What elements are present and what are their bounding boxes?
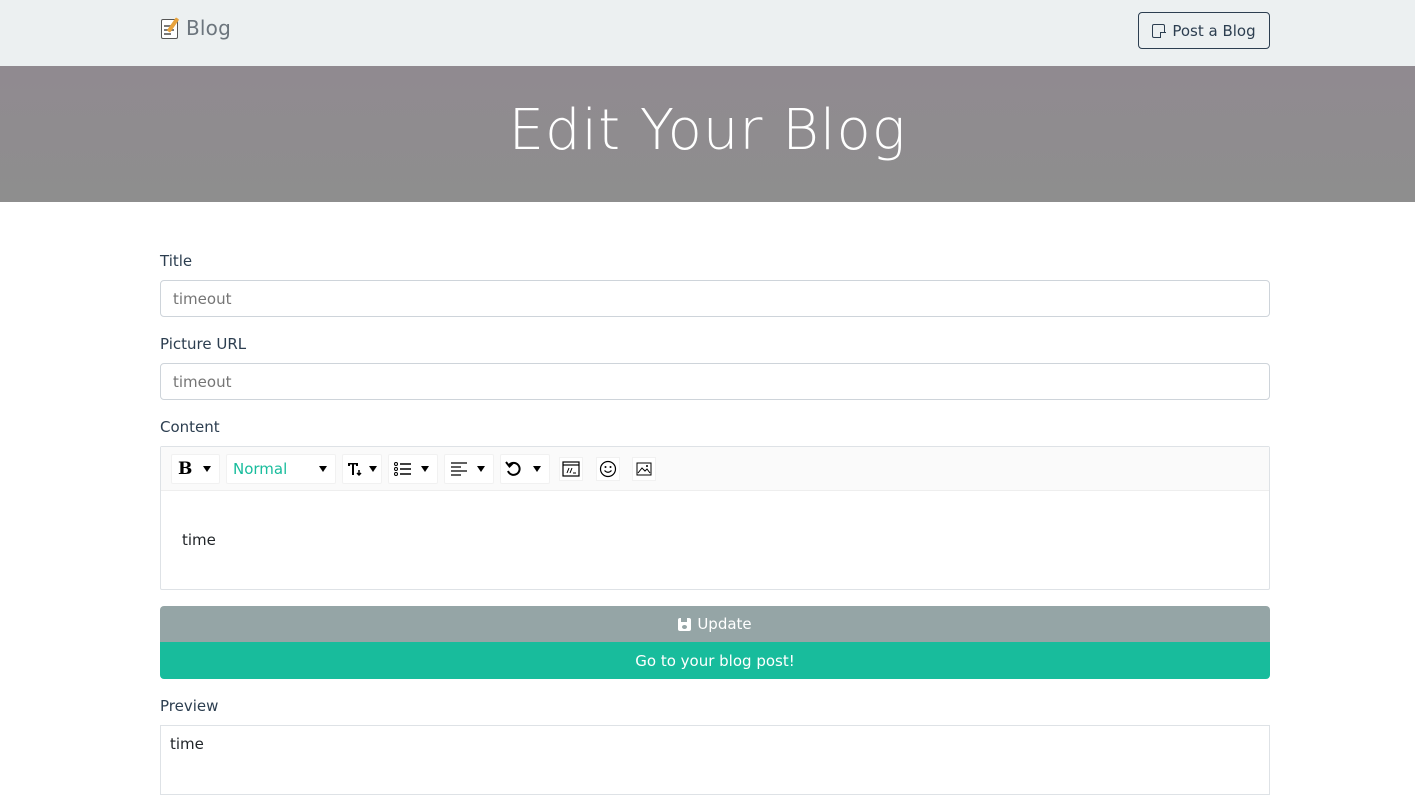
go-to-post-label: Go to your blog post! <box>635 651 795 670</box>
picture-url-label: Picture URL <box>160 335 247 353</box>
go-to-post-button[interactable]: Go to your blog post! <box>160 642 1270 679</box>
emoji-icon <box>599 460 617 478</box>
hero-banner: Edit Your Blog <box>0 66 1415 202</box>
save-icon <box>678 617 692 631</box>
editor-toolbar: B Normal <box>161 447 1269 491</box>
picture-url-input[interactable] <box>160 363 1270 400</box>
memo-icon <box>160 16 182 40</box>
update-button[interactable]: Update <box>160 606 1270 642</box>
block-type-dropdown[interactable]: Normal <box>226 454 336 484</box>
chevron-down-icon <box>319 466 327 472</box>
align-left-icon <box>451 462 467 476</box>
title-label: Title <box>160 252 193 270</box>
post-blog-button[interactable]: Post a Blog <box>1138 12 1270 49</box>
preview-text: time <box>170 735 204 753</box>
brand-link[interactable]: Blog <box>160 16 231 40</box>
update-label: Update <box>697 615 752 633</box>
page-title: Edit Your Blog <box>508 97 907 163</box>
content-label: Content <box>160 418 220 436</box>
preview-label: Preview <box>160 697 219 715</box>
image-icon <box>636 462 652 476</box>
sticky-note-icon <box>1152 23 1166 38</box>
editor-text: time <box>182 531 216 549</box>
brand-label: Blog <box>186 16 232 40</box>
bold-icon: B <box>178 459 193 479</box>
title-input[interactable] <box>160 280 1270 317</box>
list-dropdown[interactable] <box>388 454 438 484</box>
font-size-dropdown[interactable] <box>342 454 382 484</box>
chevron-down-icon <box>477 466 485 472</box>
preview-box: time <box>160 725 1270 795</box>
block-type-value: Normal <box>233 460 288 478</box>
chevron-down-icon <box>203 466 211 472</box>
embed-button[interactable] <box>559 457 583 481</box>
image-button[interactable] <box>632 457 656 481</box>
post-blog-label: Post a Blog <box>1172 21 1256 40</box>
align-dropdown[interactable] <box>444 454 494 484</box>
chevron-down-icon <box>369 466 377 472</box>
editor-content[interactable]: time <box>161 491 1269 549</box>
emoji-button[interactable] <box>596 457 620 481</box>
chevron-down-icon <box>533 466 541 472</box>
chevron-down-icon <box>421 466 429 472</box>
list-icon <box>394 462 411 476</box>
font-size-icon <box>348 463 362 477</box>
undo-icon <box>505 461 521 476</box>
navbar: Blog Post a Blog <box>0 0 1415 66</box>
rich-text-editor: B Normal time <box>160 446 1270 590</box>
inline-style-dropdown[interactable]: B <box>171 454 220 484</box>
embed-icon <box>562 461 580 477</box>
history-dropdown[interactable] <box>500 454 550 484</box>
